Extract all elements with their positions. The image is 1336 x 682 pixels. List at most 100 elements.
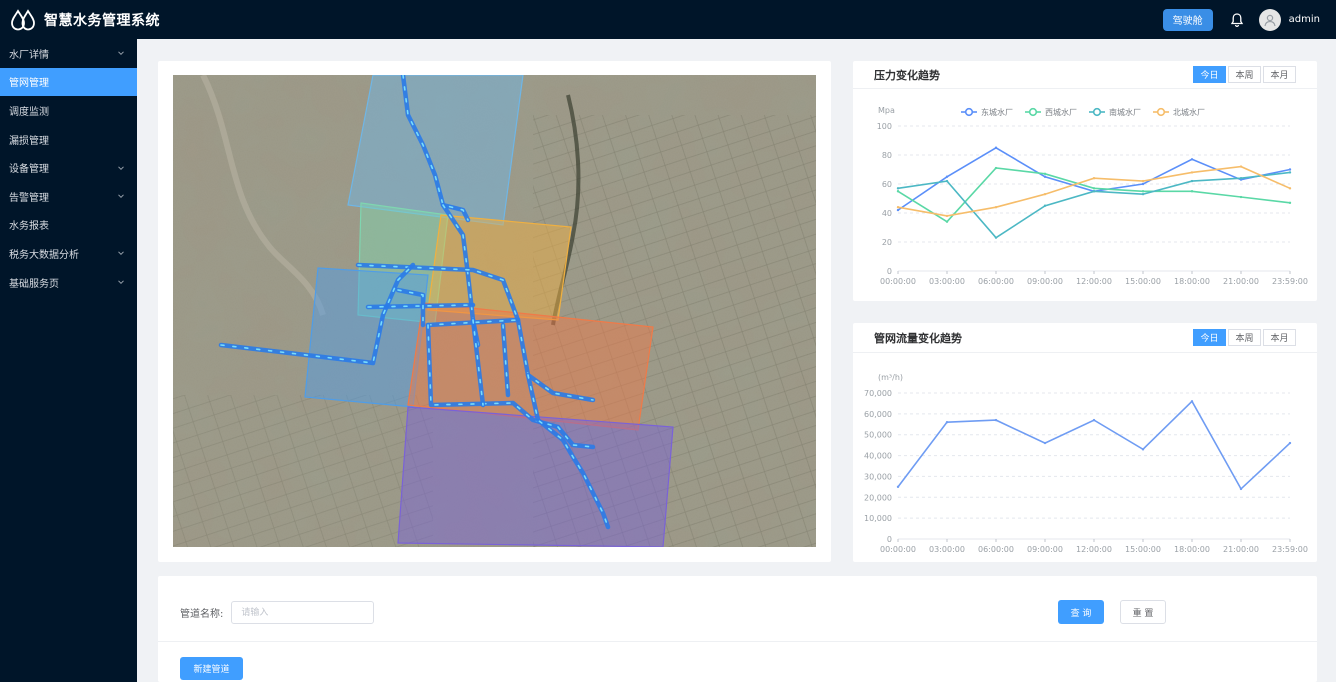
cockpit-button[interactable]: 驾驶舱	[1162, 8, 1213, 31]
data-point	[1092, 418, 1096, 422]
data-point	[1043, 172, 1047, 176]
pipeline-zone-5[interactable]	[397, 406, 674, 547]
x-tick-label: 23:59:00	[1272, 277, 1308, 286]
x-tick-label: 12:00:00	[1076, 277, 1112, 286]
x-tick-label: 23:59:00	[1272, 545, 1308, 554]
pressure-chart: Mpa 0 20 40 60 80 100 00:00:00 03:00:00 06:00:00 0…	[877, 106, 1308, 286]
data-point	[1043, 441, 1047, 445]
data-point	[1190, 190, 1194, 193]
bell-icon[interactable]	[1229, 12, 1245, 28]
new-pipe-button[interactable]: 新建管道	[180, 657, 243, 680]
legend-item-3[interactable]: 北城水厂	[1153, 107, 1205, 117]
data-point	[1288, 201, 1292, 205]
sidebar-item-label: 调度监测	[9, 106, 49, 118]
sidebar-item-3[interactable]: 漏损管理	[0, 125, 137, 154]
data-point	[1190, 400, 1194, 403]
y-tick-label: 0	[887, 535, 892, 544]
sidebar-item-5[interactable]: 告警管理	[0, 182, 137, 211]
legend-label: 东城水厂	[981, 107, 1013, 117]
sidebar-item-label: 基础服务页	[9, 278, 59, 290]
data-point	[1239, 487, 1243, 491]
pressure-chart-header: 压力变化趋势 今日 本周 本月	[853, 61, 1317, 89]
data-point	[1288, 171, 1292, 174]
y-tick-label: 60,000	[864, 410, 892, 419]
x-tick-label: 09:00:00	[1027, 545, 1063, 554]
x-tick-label: 15:00:00	[1125, 277, 1161, 286]
y-axis-unit: Mpa	[878, 106, 895, 115]
flow-period-week[interactable]: 本周	[1228, 329, 1261, 346]
sidebar-item-4[interactable]: 设备管理	[0, 153, 137, 182]
data-point	[1092, 187, 1096, 190]
top-bar: 智慧水务管理系统 驾驶舱 admin	[0, 0, 1336, 39]
x-tick-label: 15:00:00	[1125, 545, 1161, 554]
pressure-period-month[interactable]: 本月	[1263, 66, 1296, 83]
data-point	[994, 166, 998, 170]
sidebar-item-label: 管网管理	[9, 78, 49, 90]
pressure-chart-panel: 压力变化趋势 今日 本周 本月 Mpa 0 20 40 60 80 100 00:00:00 0…	[853, 61, 1317, 301]
legend-item-0[interactable]: 东城水厂	[961, 107, 1013, 117]
sidebar-item-label: 水厂详情	[9, 49, 49, 61]
chevron-down-icon	[118, 166, 124, 170]
data-point	[1288, 187, 1292, 190]
pressure-chart-title: 压力变化趋势	[874, 68, 940, 82]
sidebar-item-7[interactable]: 税务大数据分析	[0, 239, 137, 268]
data-point	[1043, 175, 1047, 178]
pipe-name-filter: 管道名称:	[180, 601, 375, 624]
flow-chart-panel: 管网流量变化趋势 今日 本周 本月 (m³/h) 0 10,000 20,000 30,…	[853, 323, 1317, 562]
sidebar-item-label: 税务大数据分析	[9, 249, 79, 261]
legend-label: 北城水厂	[1173, 107, 1205, 117]
x-tick-label: 06:00:00	[978, 545, 1014, 554]
data-point	[994, 236, 998, 239]
data-point	[1141, 192, 1145, 196]
data-point	[896, 206, 900, 209]
y-tick-label: 20,000	[864, 493, 892, 502]
flow-period-month[interactable]: 本月	[1263, 329, 1296, 346]
series-line-0	[897, 399, 1291, 491]
sidebar-item-8[interactable]: 基础服务页	[0, 268, 137, 297]
pressure-period-week[interactable]: 本周	[1228, 66, 1261, 83]
avatar[interactable]	[1258, 8, 1281, 31]
reset-button[interactable]: 重 置	[1120, 600, 1166, 624]
sidebar-item-0[interactable]: 水厂详情	[0, 39, 137, 68]
legend-item-2[interactable]: 南城水厂	[1089, 107, 1141, 117]
legend-label: 南城水厂	[1109, 107, 1141, 117]
logo: 智慧水务管理系统	[10, 8, 160, 32]
pipeline-zone-0[interactable]	[347, 75, 524, 226]
y-tick-label: 20	[882, 238, 892, 247]
x-tick-label: 18:00:00	[1174, 545, 1210, 554]
map-panel	[158, 61, 831, 562]
pressure-period-selector: 今日 本周 本月	[1191, 66, 1296, 83]
top-right-controls: 驾驶舱 admin	[1162, 0, 1320, 39]
data-point	[896, 187, 900, 190]
y-tick-label: 40	[882, 209, 892, 218]
pipeline-zone-3[interactable]	[304, 267, 429, 408]
y-tick-label: 0	[887, 267, 892, 276]
sidebar: 水厂详情管网管理调度监测漏损管理设备管理 告警管理 水务报表税务大数据分析 基础服务页	[0, 39, 137, 682]
username[interactable]: admin	[1289, 14, 1320, 25]
flow-chart: (m³/h) 0 10,000 20,000 30,000 40,000 50,000 60,…	[864, 373, 1308, 554]
search-divider	[158, 641, 1317, 642]
y-tick-label: 80	[882, 151, 892, 160]
sidebar-item-label: 漏损管理	[9, 135, 49, 147]
data-point	[1141, 448, 1145, 451]
pressure-period-today[interactable]: 今日	[1193, 66, 1226, 83]
sidebar-item-2[interactable]: 调度监测	[0, 96, 137, 125]
sidebar-item-6[interactable]: 水务报表	[0, 211, 137, 240]
flow-period-today[interactable]: 今日	[1193, 329, 1226, 346]
data-point	[945, 175, 949, 178]
data-point	[1092, 190, 1096, 193]
legend-item-1[interactable]: 西城水厂	[1025, 107, 1077, 117]
data-point	[1239, 195, 1243, 199]
data-point	[945, 214, 949, 218]
app-title: 智慧水务管理系统	[44, 12, 160, 29]
data-point	[945, 179, 949, 183]
pipe-name-input[interactable]	[231, 601, 375, 624]
satellite-map-svg[interactable]	[173, 75, 816, 547]
data-point	[994, 418, 998, 422]
legend-swatch-dot	[1092, 107, 1102, 117]
x-tick-label: 06:00:00	[978, 277, 1014, 286]
query-button[interactable]: 查 询	[1058, 600, 1104, 624]
sidebar-item-1[interactable]: 管网管理	[0, 67, 137, 97]
pipeline-map[interactable]	[173, 75, 816, 547]
data-point	[1239, 177, 1243, 180]
